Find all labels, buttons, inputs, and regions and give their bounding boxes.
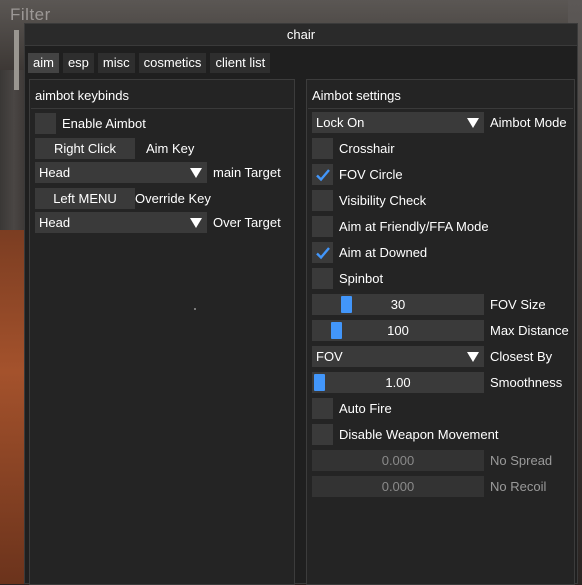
crosshair-row: Crosshair bbox=[312, 138, 395, 159]
crosshair-label: Crosshair bbox=[339, 141, 395, 156]
spinbot-label: Spinbot bbox=[339, 271, 384, 286]
aim-key-button[interactable]: Right Click bbox=[35, 138, 135, 159]
closest-by-label: Closest By bbox=[490, 349, 553, 364]
over-target-select[interactable]: Head bbox=[35, 212, 207, 233]
visibility-check-label: Visibility Check bbox=[339, 193, 427, 208]
aim-key-row: Right Click Aim Key bbox=[35, 138, 194, 159]
aimbot-mode-select[interactable]: Lock On bbox=[312, 112, 484, 133]
aim-friendly-label: Aim at Friendly/FFA Mode bbox=[339, 219, 489, 234]
over-target-label: Over Target bbox=[213, 215, 281, 230]
panel-title: Aimbot settings bbox=[312, 88, 401, 103]
no-recoil-value: 0.000 bbox=[381, 479, 415, 494]
enable-aimbot-row: Enable Aimbot bbox=[35, 113, 146, 134]
over-target-row: Head Over Target bbox=[35, 212, 281, 233]
background-pole bbox=[14, 30, 19, 90]
chair-window: chair aim esp misc cosmetics client list… bbox=[24, 23, 578, 585]
aim-downed-row: Aim at Downed bbox=[312, 242, 427, 263]
override-key-label: Override Key bbox=[135, 191, 211, 206]
main-target-label: main Target bbox=[213, 165, 281, 180]
crosshair-checkbox[interactable] bbox=[312, 138, 333, 159]
override-key-button[interactable]: Left MENU bbox=[35, 188, 135, 209]
closest-by-value: FOV bbox=[316, 349, 343, 364]
fov-size-row: 30 FOV Size bbox=[312, 294, 546, 315]
override-key-row: Left MENU Override Key bbox=[35, 188, 211, 209]
slider-grab-handle[interactable] bbox=[314, 374, 325, 391]
aim-downed-checkbox[interactable] bbox=[312, 242, 333, 263]
aim-key-label: Aim Key bbox=[146, 141, 195, 156]
no-recoil-slider[interactable]: 0.000 bbox=[312, 476, 484, 497]
checkmark-icon bbox=[315, 168, 330, 181]
aimbot-mode-value: Lock On bbox=[316, 115, 365, 130]
visibility-check-row: Visibility Check bbox=[312, 190, 426, 211]
smoothness-value: 1.00 bbox=[385, 375, 411, 390]
tab-bar: aim esp misc cosmetics client list bbox=[28, 53, 271, 73]
fov-circle-checkbox[interactable] bbox=[312, 164, 333, 185]
max-distance-value: 100 bbox=[387, 323, 409, 338]
divider bbox=[31, 108, 293, 109]
enable-aimbot-checkbox[interactable] bbox=[35, 113, 56, 134]
divider bbox=[308, 108, 573, 109]
fov-circle-row: FOV Circle bbox=[312, 164, 403, 185]
mouse-cursor-dot bbox=[194, 308, 196, 310]
main-target-value: Head bbox=[39, 165, 71, 180]
main-target-select[interactable]: Head bbox=[35, 162, 207, 183]
max-distance-label: Max Distance bbox=[490, 323, 569, 338]
disable-weapon-movement-row: Disable Weapon Movement bbox=[312, 424, 498, 445]
spinbot-row: Spinbot bbox=[312, 268, 383, 289]
fov-size-label: FOV Size bbox=[490, 297, 546, 312]
dropdown-arrow-icon bbox=[467, 352, 479, 362]
panel-title: aimbot keybinds bbox=[35, 88, 129, 103]
disable-weapon-movement-checkbox[interactable] bbox=[312, 424, 333, 445]
closest-by-row: FOV Closest By bbox=[312, 346, 552, 367]
closest-by-select[interactable]: FOV bbox=[312, 346, 484, 367]
tab-misc[interactable]: misc bbox=[97, 53, 135, 73]
smoothness-row: 1.00 Smoothness bbox=[312, 372, 562, 393]
auto-fire-label: Auto Fire bbox=[339, 401, 392, 416]
checkmark-icon bbox=[315, 246, 330, 259]
no-spread-row: 0.000 No Spread bbox=[312, 450, 552, 471]
spinbot-checkbox[interactable] bbox=[312, 268, 333, 289]
aim-friendly-checkbox[interactable] bbox=[312, 216, 333, 237]
tab-client-list[interactable]: client list bbox=[210, 53, 271, 73]
main-target-row: Head main Target bbox=[35, 162, 281, 183]
aimbot-mode-label: Aimbot Mode bbox=[490, 115, 567, 130]
tab-esp[interactable]: esp bbox=[62, 53, 94, 73]
enable-aimbot-label: Enable Aimbot bbox=[62, 116, 146, 131]
no-recoil-row: 0.000 No Recoil bbox=[312, 476, 546, 497]
aimbot-settings-panel: Aimbot settings Lock On Aimbot Mode Cros… bbox=[306, 79, 575, 585]
aimbot-mode-row: Lock On Aimbot Mode bbox=[312, 112, 567, 133]
slider-grab-handle[interactable] bbox=[340, 296, 352, 313]
dropdown-arrow-icon bbox=[190, 168, 202, 178]
filter-label: Filter bbox=[10, 5, 51, 24]
no-spread-value: 0.000 bbox=[381, 453, 415, 468]
max-distance-row: 100 Max Distance bbox=[312, 320, 569, 341]
dropdown-arrow-icon bbox=[190, 218, 202, 228]
dropdown-arrow-icon bbox=[467, 118, 479, 128]
visibility-check-checkbox[interactable] bbox=[312, 190, 333, 211]
fov-size-slider[interactable]: 30 bbox=[312, 294, 484, 315]
smoothness-slider[interactable]: 1.00 bbox=[312, 372, 484, 393]
disable-weapon-movement-label: Disable Weapon Movement bbox=[339, 427, 499, 442]
max-distance-slider[interactable]: 100 bbox=[312, 320, 484, 341]
no-spread-label: No Spread bbox=[490, 453, 553, 468]
smoothness-label: Smoothness bbox=[490, 375, 563, 390]
no-recoil-label: No Recoil bbox=[490, 479, 547, 494]
auto-fire-checkbox[interactable] bbox=[312, 398, 333, 419]
tab-cosmetics[interactable]: cosmetics bbox=[138, 53, 207, 73]
aimbot-keybinds-panel: aimbot keybinds Enable Aimbot Right Clic… bbox=[29, 79, 295, 585]
window-title[interactable]: chair bbox=[25, 24, 577, 46]
aim-downed-label: Aim at Downed bbox=[339, 245, 428, 260]
over-target-value: Head bbox=[39, 215, 71, 230]
fov-circle-label: FOV Circle bbox=[339, 167, 403, 182]
auto-fire-row: Auto Fire bbox=[312, 398, 392, 419]
slider-grab-handle[interactable] bbox=[331, 322, 343, 339]
aim-friendly-row: Aim at Friendly/FFA Mode bbox=[312, 216, 489, 237]
tab-aim[interactable]: aim bbox=[28, 53, 59, 73]
no-spread-slider[interactable]: 0.000 bbox=[312, 450, 484, 471]
fov-size-value: 30 bbox=[390, 297, 406, 312]
